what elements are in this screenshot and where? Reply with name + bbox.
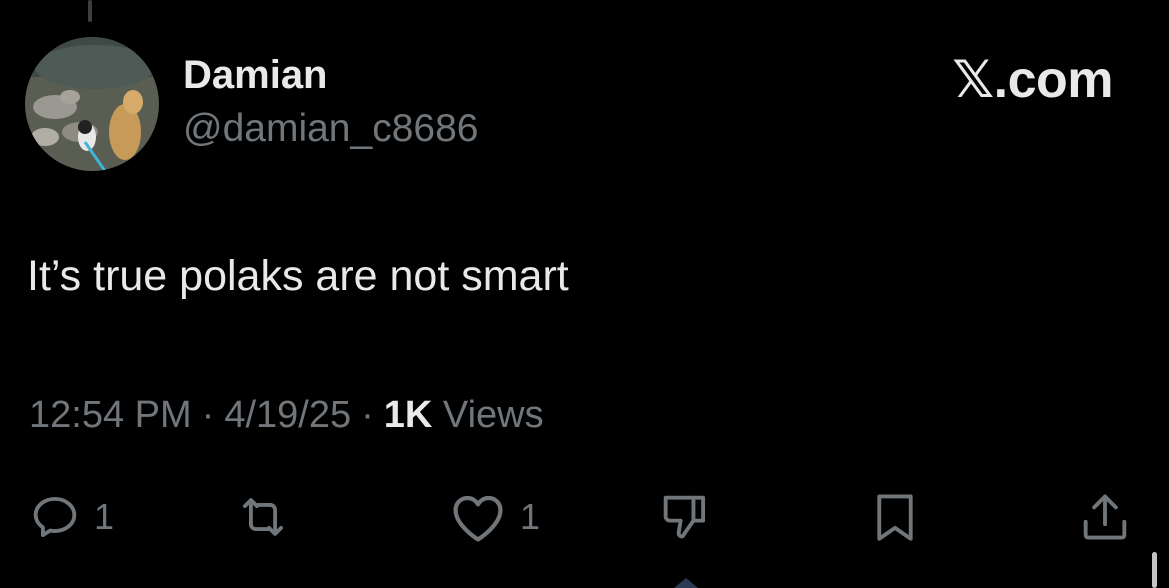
tweet-date[interactable]: 4/19/25	[224, 394, 351, 436]
separator-dot: ·	[201, 394, 215, 436]
repost-icon	[242, 498, 284, 536]
site-logo: 𝕏.com	[952, 51, 1113, 109]
author-handle[interactable]: @damian_c8686	[183, 107, 478, 151]
separator-dot: ·	[361, 394, 374, 436]
share-button[interactable]	[1076, 488, 1134, 546]
author-display-name[interactable]: Damian	[183, 53, 328, 98]
bookmark-button[interactable]	[866, 488, 924, 546]
reply-icon	[33, 496, 77, 538]
thread-connector-line	[88, 0, 92, 22]
heart-icon	[453, 495, 503, 542]
tweet-time[interactable]: 12:54 PM	[29, 394, 192, 436]
avatar[interactable]	[25, 37, 159, 171]
share-icon	[1083, 494, 1127, 540]
views-count: 1K	[383, 394, 433, 436]
avatar-photo	[25, 37, 159, 171]
reply-count: 1	[94, 496, 115, 537]
reply-button[interactable]: 1	[26, 488, 114, 546]
scrollbar[interactable]	[1152, 552, 1157, 588]
like-count: 1	[520, 496, 541, 537]
repost-button[interactable]	[234, 488, 302, 546]
tweet-text: It’s true polaks are not smart	[27, 252, 569, 300]
thumbs-down-icon	[663, 495, 706, 539]
views-label: Views	[442, 394, 544, 436]
tweet-metadata: 12:54 PM · 4/19/25 · 1K Views	[29, 394, 544, 437]
bookmark-icon	[877, 494, 913, 541]
like-button[interactable]: 1	[446, 488, 540, 546]
downvote-button[interactable]	[654, 488, 716, 546]
caret-indicator	[674, 578, 698, 588]
